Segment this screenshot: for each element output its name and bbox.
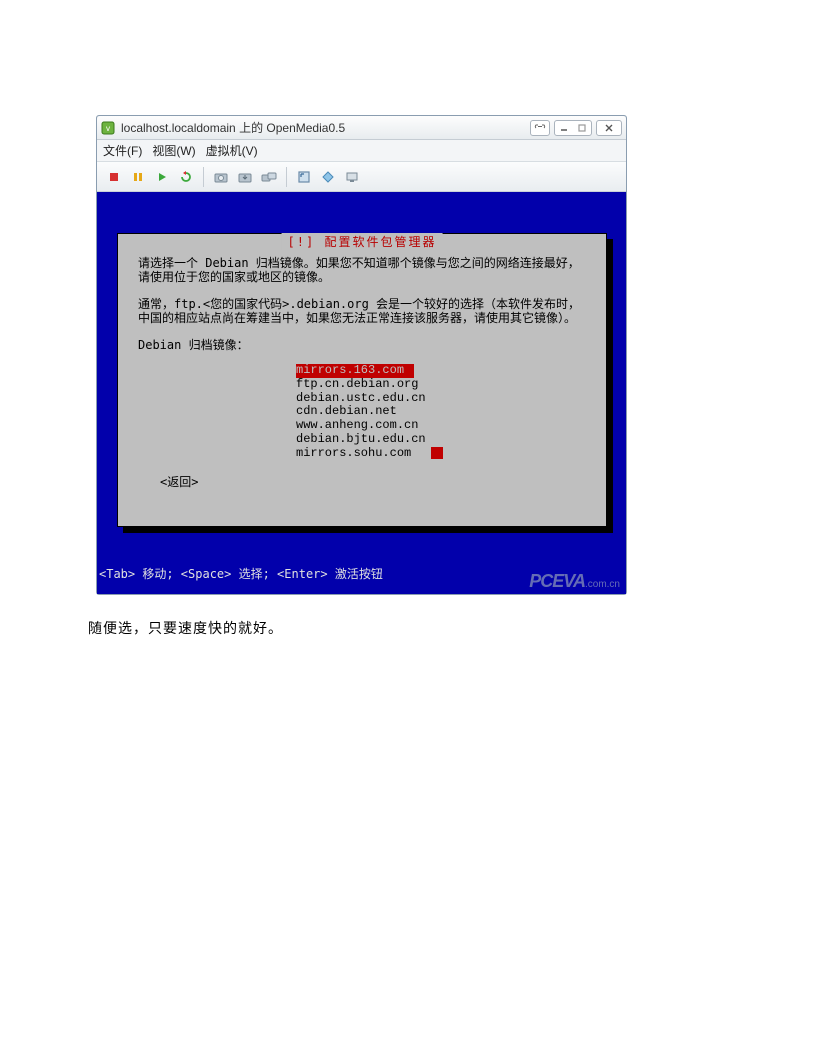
scroll-indicator-icon xyxy=(431,447,443,459)
toolbar-separator xyxy=(286,167,287,187)
back-button[interactable]: <返回> xyxy=(160,475,586,489)
snapshot-manage-icon[interactable] xyxy=(258,166,280,188)
dialog-title: [!] 配置软件包管理器 xyxy=(282,233,443,250)
link-icon[interactable] xyxy=(531,121,549,135)
dialog-body: 请选择一个 Debian 归档镜像。如果您不知道哪个镜像与您之间的网络连接最好，… xyxy=(118,234,606,501)
console-screen[interactable]: [!] 配置软件包管理器 请选择一个 Debian 归档镜像。如果您不知道哪个镜… xyxy=(97,192,626,594)
dialog-paragraph-2: 通常，ftp.<您的国家代码>.debian.org 会是一个较好的选择（本软件… xyxy=(138,297,586,326)
fullscreen-icon[interactable] xyxy=(293,166,315,188)
mirror-item[interactable]: www.anheng.com.cn xyxy=(296,419,586,433)
mirror-item[interactable]: debian.bjtu.edu.cn xyxy=(296,433,586,447)
menu-view[interactable]: 视图(W) xyxy=(152,142,195,159)
snapshot-icon[interactable] xyxy=(210,166,232,188)
minimize-button[interactable] xyxy=(555,121,573,135)
svg-text:v: v xyxy=(106,124,110,133)
mirror-item[interactable]: cdn.debian.net xyxy=(296,405,586,419)
mirror-item[interactable]: debian.ustc.edu.cn xyxy=(296,392,586,406)
vmware-icon: v xyxy=(101,121,115,135)
unity-icon[interactable] xyxy=(317,166,339,188)
titlebar: v localhost.localdomain 上的 OpenMedia0.5 xyxy=(97,116,626,140)
menu-file[interactable]: 文件(F) xyxy=(103,142,142,159)
reset-button[interactable] xyxy=(175,166,197,188)
watermark: PCEVA.com.cn xyxy=(529,571,620,592)
footer-hint: <Tab> 移动; <Space> 选择; <Enter> 激活按钮 xyxy=(99,565,383,582)
watermark-main: PCEVA xyxy=(529,571,585,591)
stop-button[interactable] xyxy=(103,166,125,188)
play-button[interactable] xyxy=(151,166,173,188)
installer-dialog: [!] 配置软件包管理器 请选择一个 Debian 归档镜像。如果您不知道哪个镜… xyxy=(117,233,607,527)
maximize-button[interactable] xyxy=(573,121,591,135)
menubar: 文件(F) 视图(W) 虚拟机(V) xyxy=(97,140,626,162)
mirror-item-selected[interactable]: mirrors.163.com xyxy=(296,364,414,378)
mirror-list[interactable]: mirrors.163.com ftp.cn.debian.org debian… xyxy=(296,364,586,461)
toolbar-separator xyxy=(203,167,204,187)
toolbar xyxy=(97,162,626,192)
mirror-item[interactable]: mirrors.sohu.com xyxy=(296,446,411,460)
snapshot-revert-icon[interactable] xyxy=(234,166,256,188)
dialog-paragraph-1: 请选择一个 Debian 归档镜像。如果您不知道哪个镜像与您之间的网络连接最好，… xyxy=(138,256,586,285)
page-caption: 随便选，只要速度快的就好。 xyxy=(88,618,283,638)
pause-button[interactable] xyxy=(127,166,149,188)
console-icon[interactable] xyxy=(341,166,363,188)
menu-vm[interactable]: 虚拟机(V) xyxy=(206,142,258,159)
dialog-mirror-label: Debian 归档镜像： xyxy=(138,338,586,352)
window-title: localhost.localdomain 上的 OpenMedia0.5 xyxy=(121,119,530,136)
mirror-item[interactable]: ftp.cn.debian.org xyxy=(296,378,586,392)
close-button[interactable] xyxy=(597,121,621,135)
titlebar-buttons xyxy=(530,120,622,136)
vm-window: v localhost.localdomain 上的 OpenMedia0.5 xyxy=(96,115,627,595)
watermark-suffix: .com.cn xyxy=(585,579,620,590)
